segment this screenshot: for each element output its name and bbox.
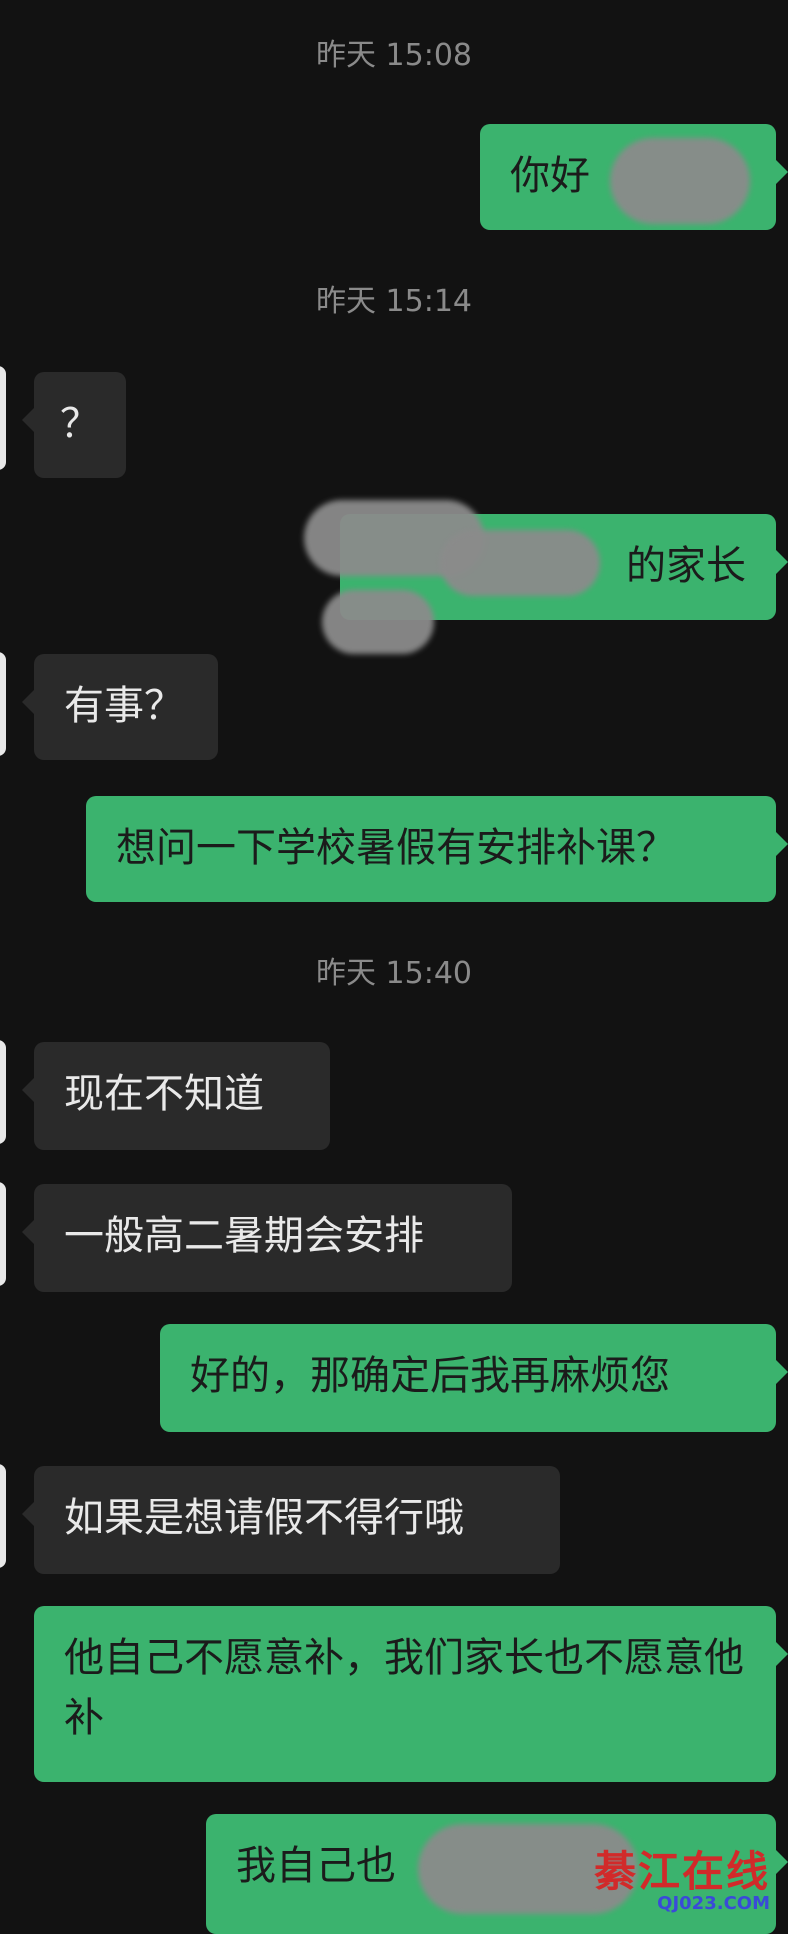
site-watermark: 綦江在线 QJ023.COM — [594, 1838, 770, 1914]
message-text: 如果是想请假不得行哦 — [64, 1495, 464, 1541]
timestamp: 昨天 15:14 — [316, 284, 472, 319]
avatar[interactable] — [0, 1040, 6, 1144]
message-text: 现在不知道 — [64, 1071, 264, 1117]
message-text: 他自己不愿意补，我们家长也不愿意他补 — [64, 1635, 744, 1741]
message-text: 的家长 — [626, 543, 746, 589]
avatar[interactable] — [0, 1182, 6, 1286]
message-bubble-received[interactable]: 有事？ — [22, 654, 218, 760]
message-bubble-sent[interactable]: 他自己不愿意补，我们家长也不愿意他补 — [34, 1606, 788, 1782]
message-bubble-received[interactable]: 如果是想请假不得行哦 — [22, 1466, 560, 1574]
message-text: 一般高二暑期会安排 — [64, 1213, 424, 1259]
message-bubble-received[interactable]: 一般高二暑期会安排 — [22, 1184, 512, 1292]
watermark-title: 綦江在线 — [593, 1847, 770, 1896]
message-bubble-sent[interactable]: 好的，那确定后我再麻烦您 — [160, 1324, 788, 1432]
message-text: 想问一下学校暑假有安排补课？ — [116, 825, 676, 871]
redaction-blur — [322, 590, 434, 654]
timestamp: 昨天 15:08 — [316, 38, 472, 73]
avatar[interactable] — [0, 652, 6, 756]
message-text: 你好 — [510, 153, 590, 199]
message-text: 好的，那确定后我再麻烦您 — [190, 1353, 670, 1399]
avatar[interactable] — [0, 366, 6, 470]
message-bubble-received[interactable]: ？ — [22, 372, 126, 478]
timestamp: 昨天 15:40 — [316, 956, 472, 991]
redaction-blur — [440, 530, 600, 596]
message-bubble-sent[interactable]: 想问一下学校暑假有安排补课？ — [86, 796, 788, 902]
message-text: 有事？ — [64, 683, 184, 729]
message-bubble-received[interactable]: 现在不知道 — [22, 1042, 330, 1150]
redaction-blur — [610, 138, 750, 224]
message-text: 我自己也 — [236, 1843, 396, 1889]
message-text: ？ — [60, 401, 100, 447]
avatar[interactable] — [0, 1464, 6, 1568]
